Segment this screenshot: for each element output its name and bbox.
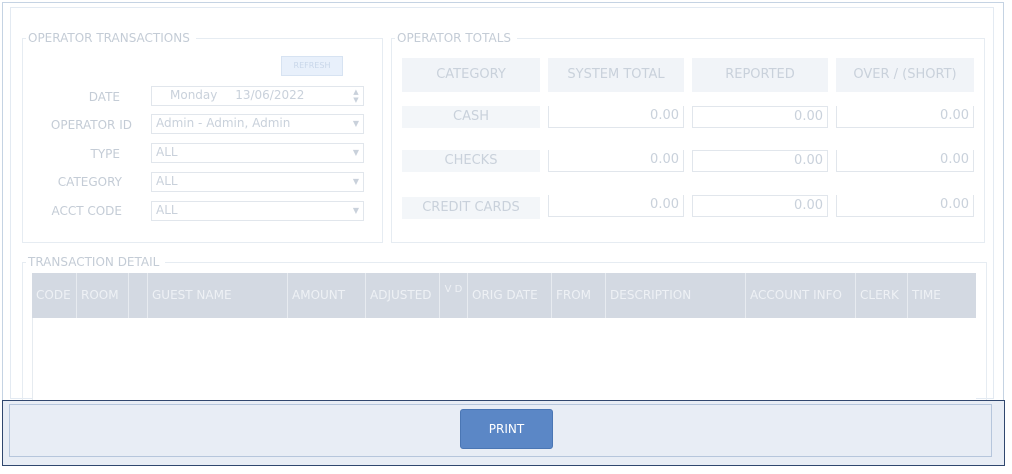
transaction-grid-body[interactable] (32, 318, 976, 400)
chevron-down-icon[interactable]: ▼ (351, 148, 361, 157)
transaction-detail-legend: TRANSACTION DETAIL (28, 255, 160, 269)
totals-row-credit-cards-label: CREDIT CARDS (402, 197, 540, 219)
operator-id-value: Admin - Admin, Admin (156, 116, 291, 130)
acct-code-value: ALL (156, 203, 178, 217)
type-select[interactable]: ALL ▼ (151, 143, 364, 163)
column-header-account-info[interactable]: ACCOUNT INFO (746, 273, 856, 318)
column-header-adjusted[interactable]: ADJUSTED (366, 273, 440, 318)
checks-reported-input[interactable]: 0.00 (692, 150, 828, 172)
print-button[interactable]: PRINT (460, 409, 553, 449)
column-header-time[interactable]: TIME (908, 273, 976, 318)
column-header-clerk[interactable]: CLERK (856, 273, 908, 318)
column-header-room[interactable]: ROOM (77, 273, 129, 318)
type-label: TYPE (90, 147, 120, 161)
date-field[interactable]: Monday 13/06/2022 ▲ ▼ (151, 86, 364, 106)
totals-header-reported: REPORTED (692, 58, 828, 92)
cash-system-total: 0.00 (548, 106, 684, 128)
footer-bar: PRINT (2, 400, 1005, 466)
category-select[interactable]: ALL ▼ (151, 172, 364, 192)
totals-header-over-short: OVER / (SHORT) (836, 58, 974, 92)
date-day: Monday (170, 88, 218, 102)
acct-code-select[interactable]: ALL ▼ (151, 201, 364, 221)
refresh-button[interactable]: REFRESH (281, 56, 343, 76)
operator-transactions-legend: OPERATOR TRANSACTIONS (28, 31, 190, 45)
column-header-guest-name[interactable]: GUEST NAME (148, 273, 288, 318)
credit-cards-reported-input[interactable]: 0.00 (692, 195, 828, 217)
totals-row-checks-label: CHECKS (402, 150, 540, 172)
cash-reported-input[interactable]: 0.00 (692, 106, 828, 128)
checks-over-short: 0.00 (836, 150, 974, 172)
column-header-orig-date[interactable]: ORIG DATE (468, 273, 552, 318)
operator-id-select[interactable]: Admin - Admin, Admin ▼ (151, 114, 364, 134)
column-header-description[interactable]: DESCRIPTION (606, 273, 746, 318)
operator-totals-legend: OPERATOR TOTALS (397, 31, 512, 45)
totals-header-category: CATEGORY (402, 58, 540, 92)
date-value: 13/06/2022 (235, 88, 305, 102)
category-value: ALL (156, 174, 178, 188)
spinner-arrows-icon[interactable]: ▲ ▼ (351, 88, 361, 104)
chevron-down-icon[interactable]: ▼ (351, 119, 361, 128)
category-label: CATEGORY (57, 175, 122, 189)
totals-header-system-total: SYSTEM TOTAL (548, 58, 684, 92)
cash-over-short: 0.00 (836, 106, 974, 128)
column-header-void[interactable]: V D (440, 273, 468, 318)
date-label: DATE (88, 90, 120, 104)
chevron-down-icon[interactable]: ▼ (351, 206, 361, 215)
column-header-amount[interactable]: AMOUNT (288, 273, 366, 318)
acct-code-label: ACCT CODE (51, 204, 122, 218)
column-header-from[interactable]: FROM (552, 273, 606, 318)
transaction-grid-header: CODE ROOM GUEST NAME AMOUNT ADJUSTED V D… (32, 273, 976, 318)
column-header-code[interactable]: CODE (32, 273, 77, 318)
type-value: ALL (156, 145, 178, 159)
credit-cards-system-total: 0.00 (548, 195, 684, 217)
totals-row-cash-label: CASH (402, 106, 540, 128)
credit-cards-over-short: 0.00 (836, 195, 974, 217)
checks-system-total: 0.00 (548, 150, 684, 172)
chevron-down-icon[interactable]: ▼ (351, 177, 361, 186)
operator-id-label: OPERATOR ID (50, 118, 132, 132)
column-header-blank[interactable] (129, 273, 148, 318)
